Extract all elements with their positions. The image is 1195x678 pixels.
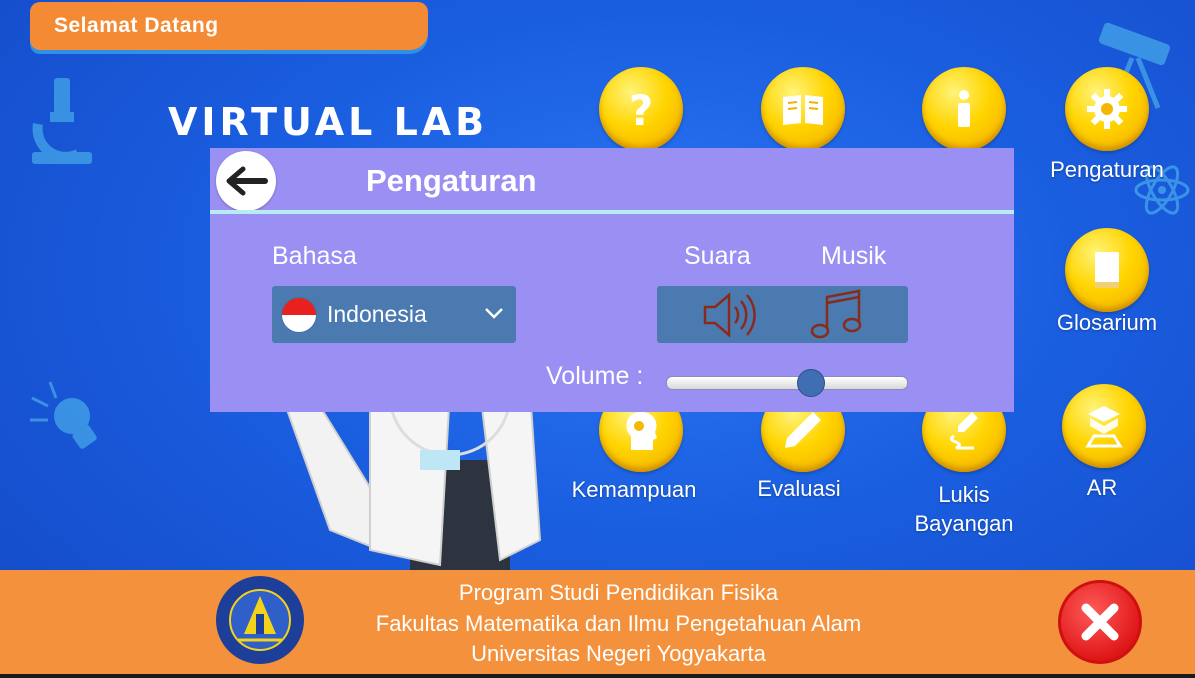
settings-button[interactable] (1065, 67, 1149, 151)
footer-university: Universitas Negeri Yogyakarta (471, 641, 766, 666)
header-divider (210, 210, 1014, 214)
drawing-icon (950, 412, 978, 450)
app-title: VIRTUAL LAB (168, 100, 489, 144)
glossary-label: Glosarium (1056, 310, 1158, 335)
footer-edge (0, 674, 1195, 678)
scientist-character (278, 390, 542, 570)
question-icon: ? (629, 86, 653, 133)
volume-label: Volume : (546, 362, 644, 390)
music-note-icon[interactable] (807, 289, 867, 341)
back-button[interactable] (216, 151, 276, 211)
info-icon (958, 90, 970, 127)
ar-cube-icon (1085, 406, 1123, 448)
speaker-icon[interactable] (699, 289, 759, 341)
book-icon (783, 95, 823, 125)
drawing-label-line2: Bayangan (914, 511, 1014, 536)
language-value: Indonesia (327, 301, 427, 327)
settings-title: Pengaturan (366, 163, 537, 198)
lightbulb-decor-icon (30, 381, 97, 449)
svg-text:?: ? (629, 86, 653, 133)
welcome-banner: Selamat Datang (30, 2, 428, 50)
pencil-icon (785, 412, 821, 448)
gear-icon (1087, 89, 1127, 129)
volume-slider[interactable] (666, 369, 908, 397)
footer: Program Studi Pendidikan Fisika Fakultas… (0, 570, 1195, 674)
ar-label: AR (1086, 475, 1118, 500)
head-gears-icon (626, 412, 657, 450)
guide-button[interactable] (761, 67, 845, 151)
settings-label: Pengaturan (1050, 157, 1164, 182)
ar-button[interactable] (1062, 384, 1146, 468)
back-arrow-icon (226, 166, 268, 196)
settings-panel: Pengaturan Bahasa Indonesia Suara Musik … (210, 148, 1014, 412)
language-dropdown[interactable]: Indonesia (272, 286, 516, 343)
welcome-text: Selamat Datang (54, 14, 219, 37)
glossary-button[interactable] (1065, 228, 1149, 312)
ability-label: Kemampuan (571, 477, 697, 502)
volume-slider-thumb[interactable] (797, 369, 825, 397)
audio-controls (657, 286, 908, 343)
microscope-decor-icon (32, 78, 92, 164)
drawing-label-line1: Lukis (938, 482, 990, 507)
footer-faculty: Fakultas Matematika dan Ilmu Pengetahuan… (375, 611, 862, 636)
help-button[interactable]: ? (599, 67, 683, 151)
sound-label: Suara (684, 242, 751, 270)
close-icon (1081, 603, 1119, 641)
evaluation-label: Evaluasi (757, 476, 841, 501)
drawing-label: Lukis Bayangan (900, 480, 1028, 538)
indonesia-flag-icon (282, 298, 316, 332)
footer-program: Program Studi Pendidikan Fisika (458, 580, 779, 605)
glossary-book-icon (1095, 252, 1119, 288)
music-label: Musik (821, 242, 887, 270)
close-button[interactable] (1058, 580, 1142, 664)
language-label: Bahasa (272, 242, 357, 270)
chevron-down-icon (485, 308, 503, 319)
info-button[interactable] (922, 67, 1006, 151)
